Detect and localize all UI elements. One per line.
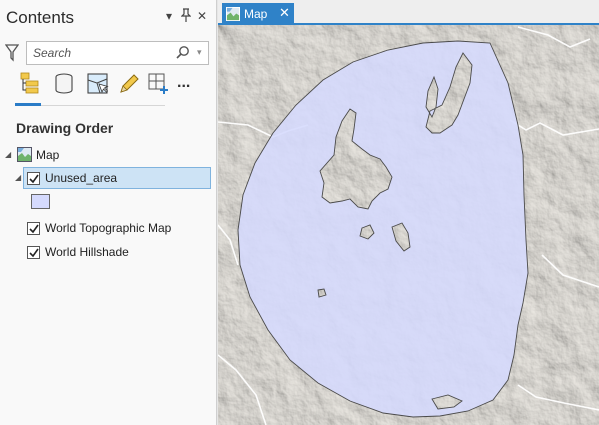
list-by-snapping-icon[interactable] — [147, 72, 171, 96]
search-icon[interactable] — [175, 45, 191, 61]
layer-visibility-checkbox[interactable] — [27, 172, 40, 185]
list-by-selection-icon[interactable] — [86, 72, 110, 96]
collapse-arrow-icon[interactable]: ◢ — [5, 150, 11, 159]
pane-title: Contents — [6, 8, 75, 27]
layer-visibility-checkbox[interactable] — [27, 222, 40, 235]
map-canvas[interactable] — [218, 25, 599, 425]
tree-item-map[interactable]: ◢ Map — [0, 145, 216, 167]
tree-item-label: World Topographic Map — [45, 221, 172, 235]
collapse-arrow-icon[interactable]: ◢ — [15, 173, 21, 182]
map-icon — [226, 7, 240, 21]
pin-icon[interactable] — [180, 8, 192, 26]
map-icon — [17, 147, 32, 162]
search-options-chevron-icon[interactable]: ▾ — [197, 47, 202, 58]
tab-label: Map — [244, 7, 268, 21]
more-icon[interactable]: ... — [177, 74, 201, 98]
active-tool-indicator — [15, 103, 41, 106]
tree-item-layer-world-topographic-map[interactable]: World Topographic Map — [0, 218, 216, 240]
tree-item-layer-world-hillshade[interactable]: World Hillshade — [0, 242, 216, 264]
map-view-tabstrip: Map ✕ — [218, 0, 599, 25]
tree-item-label: Map — [36, 148, 60, 162]
map-render — [218, 25, 599, 425]
tab-map[interactable]: Map ✕ — [222, 3, 294, 25]
list-by-editing-icon[interactable] — [117, 72, 141, 96]
list-by-drawing-order-icon[interactable] — [17, 72, 41, 96]
section-title: Drawing Order — [16, 120, 114, 136]
pane-options-dropdown-icon[interactable]: ▾ — [166, 8, 172, 24]
polygon-symbol-swatch[interactable] — [31, 194, 50, 209]
search-input[interactable] — [33, 45, 173, 61]
tree-item-label: Unused_area — [45, 171, 118, 185]
close-icon[interactable]: ✕ — [197, 8, 207, 24]
search-box: ▾ — [26, 41, 209, 65]
contents-pane: Contents ▾ ✕ ▾ — [0, 0, 217, 425]
filter-icon[interactable] — [4, 44, 21, 62]
tree-item-layer-unused-area[interactable]: ◢ Unused_area — [0, 167, 216, 189]
layer-visibility-checkbox[interactable] — [27, 246, 40, 259]
tree-item-label: World Hillshade — [45, 245, 129, 259]
list-by-data-source-icon[interactable] — [52, 72, 76, 96]
contents-header: Contents ▾ ✕ — [0, 0, 216, 34]
close-tab-icon[interactable]: ✕ — [279, 5, 290, 21]
